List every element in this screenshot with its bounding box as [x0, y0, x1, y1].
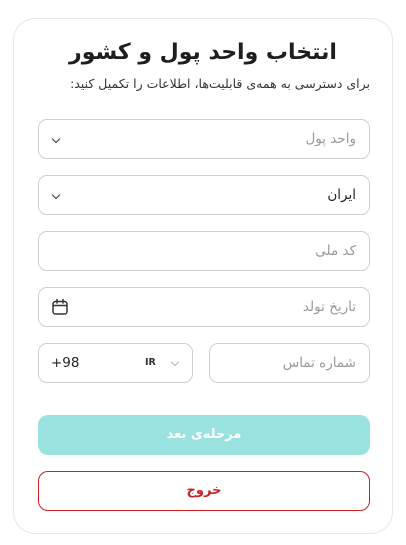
national-code-placeholder: کد ملی: [315, 243, 356, 259]
exit-button[interactable]: خروج: [38, 471, 370, 511]
chevron-down-icon: [51, 134, 61, 144]
phone-number-input[interactable]: شماره تماس: [209, 343, 370, 383]
dial-code-select[interactable]: +98 IR: [38, 343, 193, 383]
chevron-down-icon: [51, 190, 61, 200]
page-subtitle: برای دسترسی به همه‌ی قابلیت‌ها، اطلاعات …: [70, 76, 370, 91]
form-card: [13, 18, 393, 534]
national-code-input[interactable]: کد ملی: [38, 231, 370, 271]
country-value: ایران: [327, 187, 356, 203]
chevron-down-icon: [170, 357, 180, 367]
calendar-icon[interactable]: [51, 298, 69, 320]
page-title: انتخاب واحد پول و کشور: [69, 40, 337, 65]
currency-placeholder: واحد پول: [305, 131, 356, 147]
dial-code-value: +98: [51, 355, 80, 371]
country-select[interactable]: ایران: [38, 175, 370, 215]
birth-date-input[interactable]: تاریخ تولد: [38, 287, 370, 327]
next-step-button[interactable]: مرحله‌ی بعد: [38, 415, 370, 455]
currency-select[interactable]: واحد پول: [38, 119, 370, 159]
phone-number-placeholder: شماره تماس: [282, 355, 356, 371]
country-code-label: IR: [145, 357, 156, 368]
birth-date-placeholder: تاریخ تولد: [302, 299, 356, 315]
